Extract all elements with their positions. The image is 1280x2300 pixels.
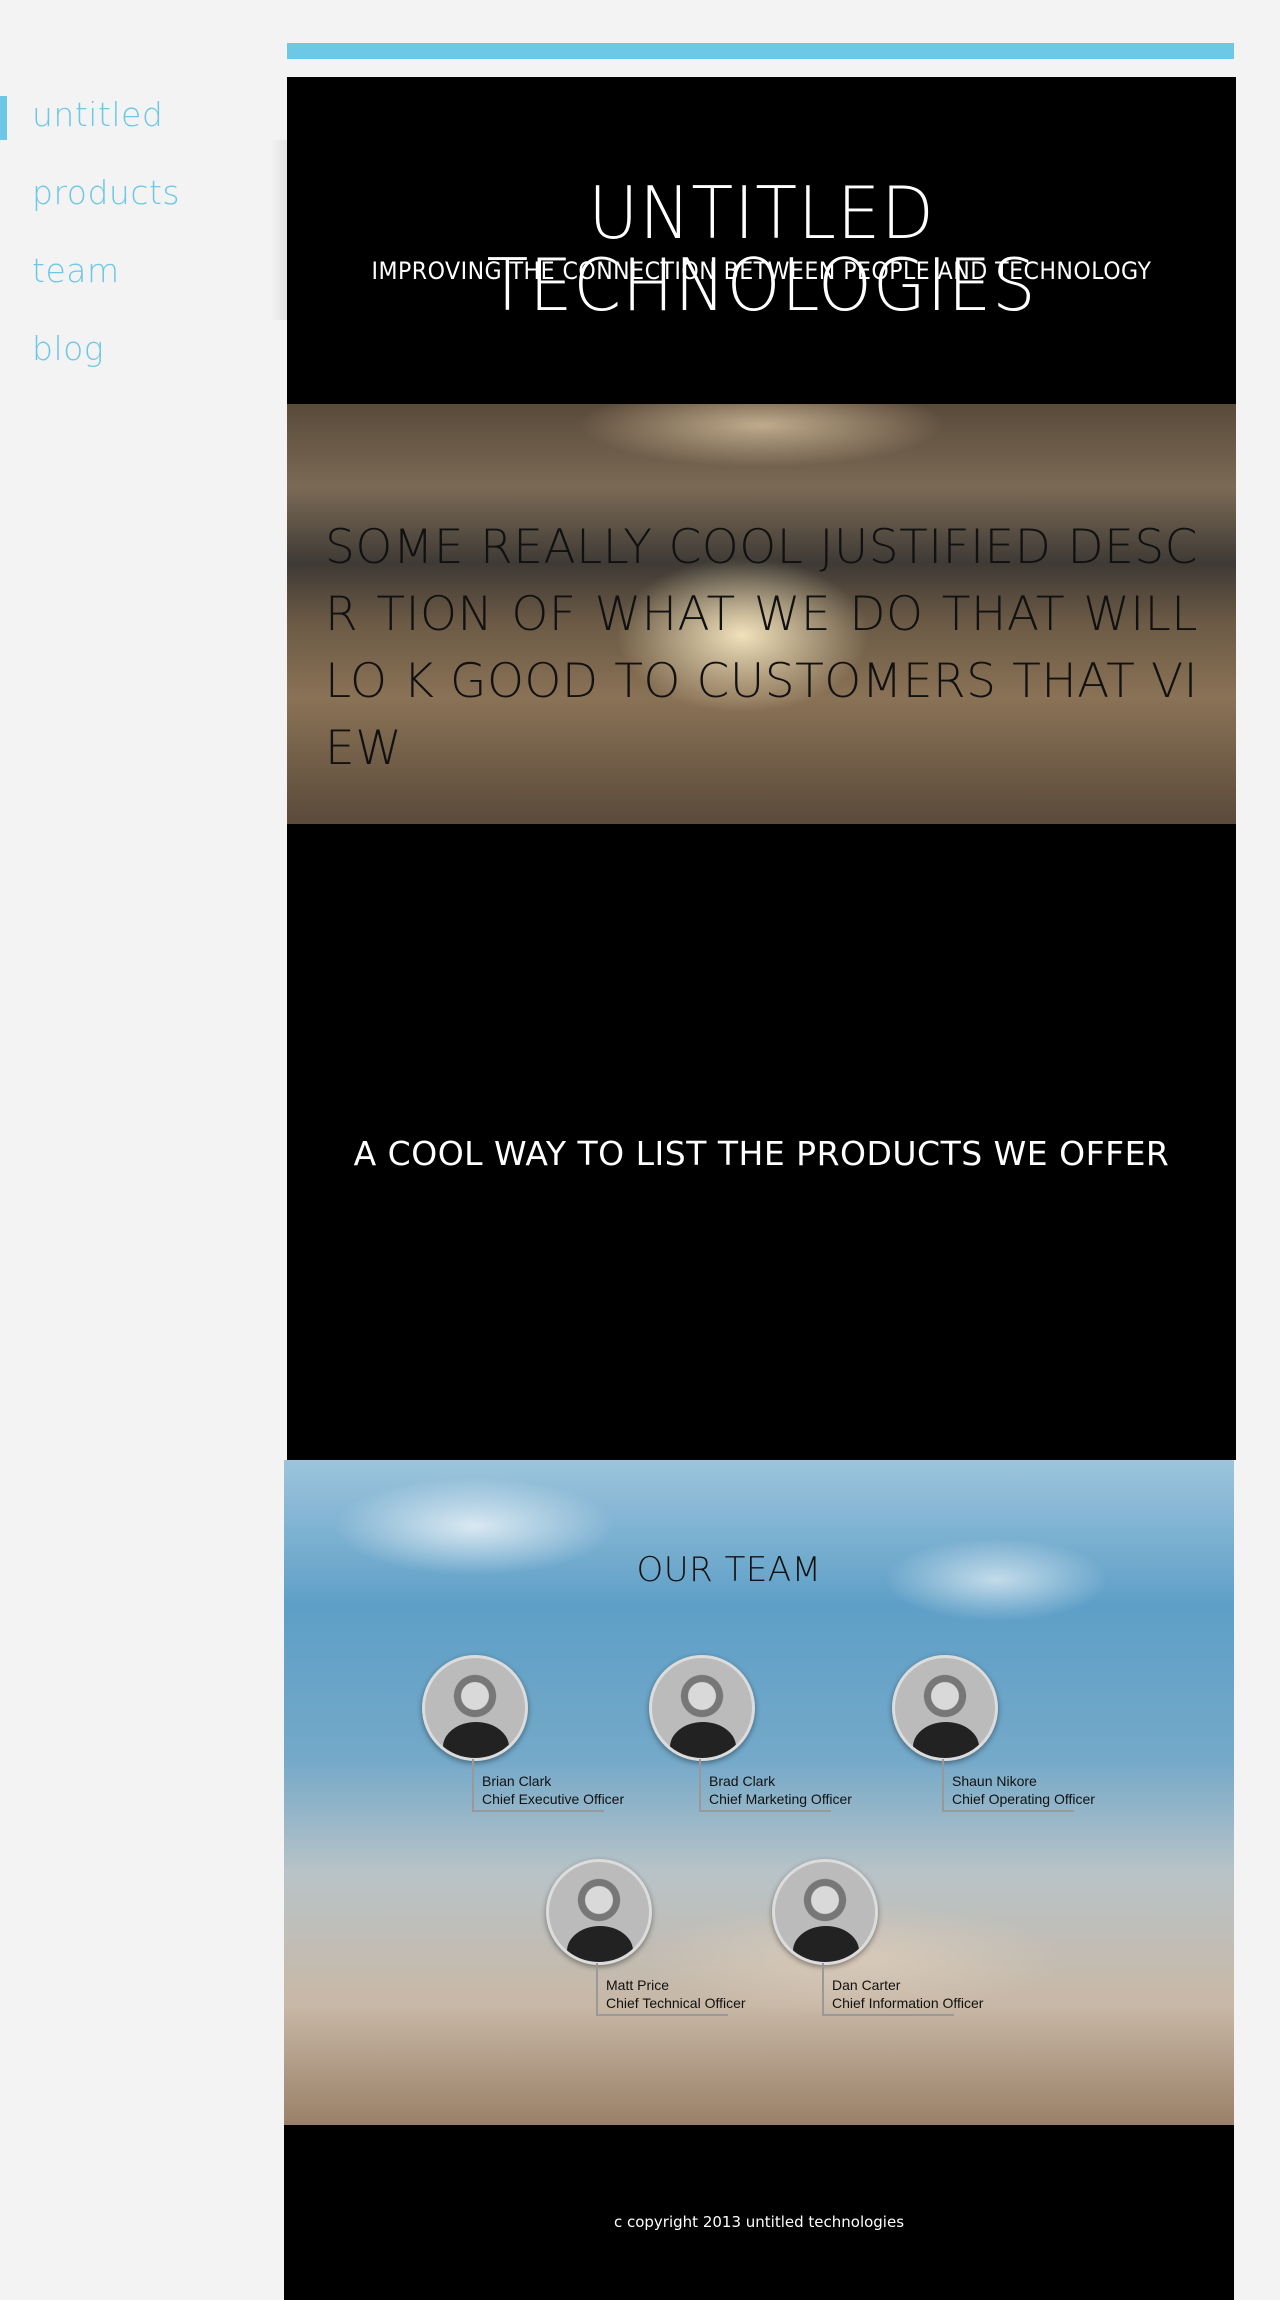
- member-name: Brian Clark: [482, 1773, 552, 1789]
- team-member-card: Brian Clark Chief Executive Officer: [422, 1655, 682, 1835]
- member-name: Shaun Nikore: [952, 1773, 1037, 1789]
- nav-item-blog[interactable]: blog: [32, 329, 104, 368]
- hero-section: SOME REALLY COOL JUSTIFIED DESCR TION OF…: [287, 404, 1236, 824]
- site-tagline: IMPROVING THE CONNECTION BETWEEN PEOPLE …: [371, 257, 1152, 285]
- member-underline: [699, 1810, 831, 1812]
- member-role: Chief Information Officer: [832, 1995, 984, 2011]
- member-underline: [472, 1810, 604, 1812]
- products-heading: A COOL WAY TO LIST THE PRODUCTS WE OFFER: [353, 1134, 1170, 1173]
- team-heading: OUR TEAM: [636, 1550, 822, 1590]
- site-header: UNTITLED TECHNOLOGIES IMPROVING THE CONN…: [287, 77, 1236, 404]
- team-member-card: Brad Clark Chief Marketing Officer: [649, 1655, 909, 1835]
- team-member-card: Matt Price Chief Technical Officer: [546, 1859, 806, 2039]
- member-role: Chief Operating Officer: [952, 1791, 1095, 1807]
- hero-description: SOME REALLY COOL JUSTIFIED DESCR TION OF…: [325, 520, 1198, 776]
- top-accent-bar: [287, 43, 1234, 59]
- member-underline: [942, 1810, 1074, 1812]
- member-role: Chief Executive Officer: [482, 1791, 625, 1807]
- footer-copyright: c copyright 2013 untitled technologies: [613, 2213, 905, 2231]
- member-name: Dan Carter: [832, 1977, 901, 1993]
- nav-item-team[interactable]: team: [32, 251, 120, 290]
- avatar: [649, 1655, 755, 1761]
- member-connector: [942, 1759, 944, 1811]
- avatar: [546, 1859, 652, 1965]
- member-name: Brad Clark: [709, 1773, 776, 1789]
- team-section: OUR TEAM Brian Clark Chief Executive Off…: [284, 1460, 1234, 2125]
- avatar: [772, 1859, 878, 1965]
- nav-active-indicator: [0, 96, 7, 140]
- team-member-card: Dan Carter Chief Information Officer: [772, 1859, 1032, 2039]
- member-underline: [596, 2014, 728, 2016]
- member-connector: [472, 1759, 474, 1811]
- member-name: Matt Price: [606, 1977, 670, 1993]
- member-role: Chief Marketing Officer: [709, 1791, 852, 1807]
- site-footer: c copyright 2013 untitled technologies: [284, 2125, 1234, 2300]
- member-connector: [596, 1963, 598, 2015]
- site-title: UNTITLED TECHNOLOGIES: [486, 171, 1037, 327]
- member-underline: [822, 2014, 954, 2016]
- member-role: Chief Technical Officer: [606, 1995, 746, 2011]
- avatar: [892, 1655, 998, 1761]
- avatar: [422, 1655, 528, 1761]
- sidebar-nav: untitled products team blog: [0, 0, 285, 368]
- nav-item-untitled[interactable]: untitled: [32, 95, 163, 134]
- products-section: A COOL WAY TO LIST THE PRODUCTS WE OFFER: [287, 824, 1236, 1460]
- member-connector: [822, 1963, 824, 2015]
- team-member-card: Shaun Nikore Chief Operating Officer: [892, 1655, 1152, 1835]
- nav-item-products[interactable]: products: [32, 173, 180, 212]
- member-connector: [699, 1759, 701, 1811]
